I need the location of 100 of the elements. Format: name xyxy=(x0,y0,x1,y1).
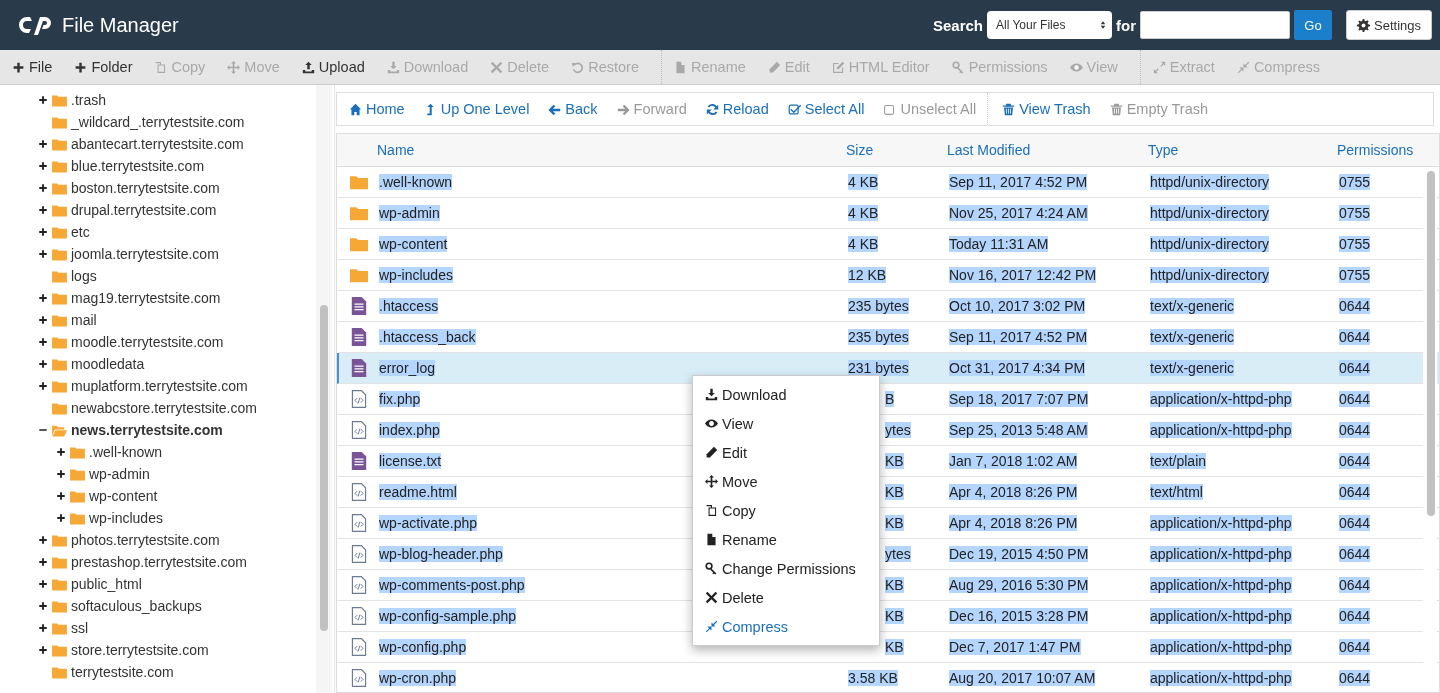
tree-item[interactable]: .trash xyxy=(71,92,106,108)
tree-item[interactable]: ssl xyxy=(71,620,89,636)
nav-button[interactable]: Select All xyxy=(779,101,873,117)
file-row[interactable]: error_log 231 bytes Oct 31, 2017 4:34 PM text/x-generic 0644 xyxy=(337,353,1439,384)
tree-item[interactable]: wp-includes xyxy=(89,510,163,526)
file-name: .htaccess xyxy=(379,298,439,314)
checkbox-icon xyxy=(787,102,801,116)
plus-icon[interactable] xyxy=(38,205,48,215)
file-type: httpd/unix-directory xyxy=(1150,205,1270,221)
nav-button[interactable]: Up One Level xyxy=(415,101,538,117)
plus-icon[interactable] xyxy=(38,161,48,171)
file-permissions: 0644 xyxy=(1339,453,1371,469)
tree-item[interactable]: public_html xyxy=(71,576,142,592)
file-row[interactable]: wp-content 4 KB Today 11:31 AM httpd/unix-directory 0755 xyxy=(337,229,1439,260)
plus-icon[interactable] xyxy=(38,227,48,237)
checkbox-icon xyxy=(883,102,897,116)
toolbar-button[interactable]: Upload xyxy=(295,59,377,75)
plus-icon[interactable] xyxy=(38,315,48,325)
modified-date: Nov 25, 2017 4:24 AM xyxy=(949,205,1088,221)
plus-icon[interactable] xyxy=(56,491,66,501)
file-row[interactable]: wp-includes 12 KB Nov 16, 2017 12:42 PM httpd/unix-directory 0755 xyxy=(337,260,1439,291)
column-header[interactable]: Permissions xyxy=(1337,142,1427,158)
close-icon xyxy=(705,591,718,604)
plus-icon[interactable] xyxy=(38,623,48,633)
nav-button[interactable]: Home xyxy=(341,101,413,117)
modified-date: Oct 10, 2017 3:02 PM xyxy=(949,298,1086,314)
folder-icon xyxy=(52,555,67,569)
tree-item[interactable]: wp-admin xyxy=(89,466,150,482)
file-row[interactable]: .well-known 4 KB Sep 11, 2017 4:52 PM httpd/unix-directory 0755 xyxy=(337,167,1439,198)
plus-icon[interactable] xyxy=(38,601,48,611)
folder-icon xyxy=(52,291,67,305)
modified-date: Sep 18, 2017 7:07 PM xyxy=(949,391,1089,407)
tree-item[interactable]: joomla.terrytestsite.com xyxy=(71,246,219,262)
tree-item[interactable]: drupal.terrytestsite.com xyxy=(71,202,217,218)
tree-item[interactable]: blue.terrytestsite.com xyxy=(71,158,205,174)
plus-icon[interactable] xyxy=(38,183,48,193)
nav-button[interactable]: Back xyxy=(540,101,606,117)
tree-item[interactable]: softaculous_backups xyxy=(71,598,202,614)
plus-icon[interactable] xyxy=(38,557,48,567)
plus-icon[interactable] xyxy=(38,293,48,303)
plus-icon[interactable] xyxy=(56,447,66,457)
folder-icon xyxy=(52,159,67,173)
file-row[interactable]: .htaccess 235 bytes Oct 10, 2017 3:02 PM text/x-generic 0644 xyxy=(337,291,1439,322)
tree-item[interactable]: mag19.terrytestsite.com xyxy=(71,290,221,306)
file-row[interactable]: wp-admin 4 KB Nov 25, 2017 4:24 AM httpd/unix-directory 0755 xyxy=(337,198,1439,229)
plus-icon[interactable] xyxy=(38,337,48,347)
search-field[interactable] xyxy=(1140,11,1290,39)
file-type: application/x-httpd-php xyxy=(1150,391,1292,407)
tree-item[interactable]: news.terrytestsite.com xyxy=(71,422,223,438)
column-header[interactable]: Name xyxy=(377,142,846,158)
plus-icon[interactable] xyxy=(38,249,48,259)
tree-item[interactable]: logs xyxy=(71,268,97,284)
plus-icon[interactable] xyxy=(38,359,48,369)
tree-item[interactable]: store.terrytestsite.com xyxy=(71,642,209,658)
plus-icon[interactable] xyxy=(56,469,66,479)
tree-item[interactable]: abantecart.terrytestsite.com xyxy=(71,136,244,152)
edit-icon xyxy=(831,60,845,74)
file-size: 12 KB xyxy=(848,267,887,283)
column-header[interactable]: Size xyxy=(846,142,947,158)
tree-item[interactable]: newabcstore.terrytestsite.com xyxy=(71,400,257,416)
nav-button[interactable]: View Trash xyxy=(994,101,1099,117)
file-type: application/x-httpd-php xyxy=(1150,608,1292,624)
tree-item[interactable]: etc xyxy=(71,224,90,240)
tree-item[interactable]: wp-content xyxy=(89,488,158,504)
go-button[interactable]: Go xyxy=(1294,10,1332,40)
copy-icon xyxy=(154,60,168,74)
plus-icon[interactable] xyxy=(38,95,48,105)
file-row[interactable]: wp-cron.php 3.58 KB Aug 20, 2017 10:07 AM application/x-httpd-php 0644 xyxy=(337,663,1439,693)
tree-item[interactable]: photos.terrytestsite.com xyxy=(71,532,220,548)
file-size: KB xyxy=(885,577,904,593)
column-header[interactable]: Type xyxy=(1148,142,1337,158)
plus-icon[interactable] xyxy=(38,381,48,391)
plus-icon[interactable] xyxy=(38,579,48,589)
file-permissions: 0644 xyxy=(1339,670,1371,686)
folder-icon xyxy=(52,313,67,327)
tree-item[interactable]: boston.terrytestsite.com xyxy=(71,180,220,196)
toolbar-button[interactable]: Folder xyxy=(68,59,145,75)
tree-item[interactable]: moodledata xyxy=(71,356,145,372)
pencil-icon xyxy=(705,446,718,459)
trash-icon xyxy=(1002,102,1016,116)
settings-button[interactable]: Settings xyxy=(1346,10,1432,40)
tree-item[interactable]: terrytestsite.com xyxy=(71,664,174,680)
tree-item[interactable]: mail xyxy=(71,312,97,328)
tree-item[interactable]: muplatform.terrytestsite.com xyxy=(71,378,248,394)
plus-icon[interactable] xyxy=(56,513,66,523)
tree-item[interactable]: .well-known xyxy=(89,444,163,460)
tree-item[interactable]: prestashop.terrytestsite.com xyxy=(71,554,247,570)
file-type: application/x-httpd-php xyxy=(1150,515,1292,531)
plus-icon[interactable] xyxy=(38,535,48,545)
tree-item[interactable]: _wildcard_.terrytestsite.com xyxy=(71,114,245,130)
file-permissions: 0644 xyxy=(1339,546,1371,562)
scope-select[interactable]: All Your Files xyxy=(987,11,1112,39)
toolbar-button[interactable]: File xyxy=(6,59,65,75)
tree-item[interactable]: moodle.terrytestsite.com xyxy=(71,334,224,350)
column-header[interactable]: Last Modified xyxy=(947,142,1148,158)
file-name: wp-activate.php xyxy=(379,515,478,531)
plus-icon[interactable] xyxy=(38,139,48,149)
plus-icon[interactable] xyxy=(38,645,48,655)
nav-button[interactable]: Reload xyxy=(697,101,777,117)
scrollbar[interactable] xyxy=(316,85,332,693)
